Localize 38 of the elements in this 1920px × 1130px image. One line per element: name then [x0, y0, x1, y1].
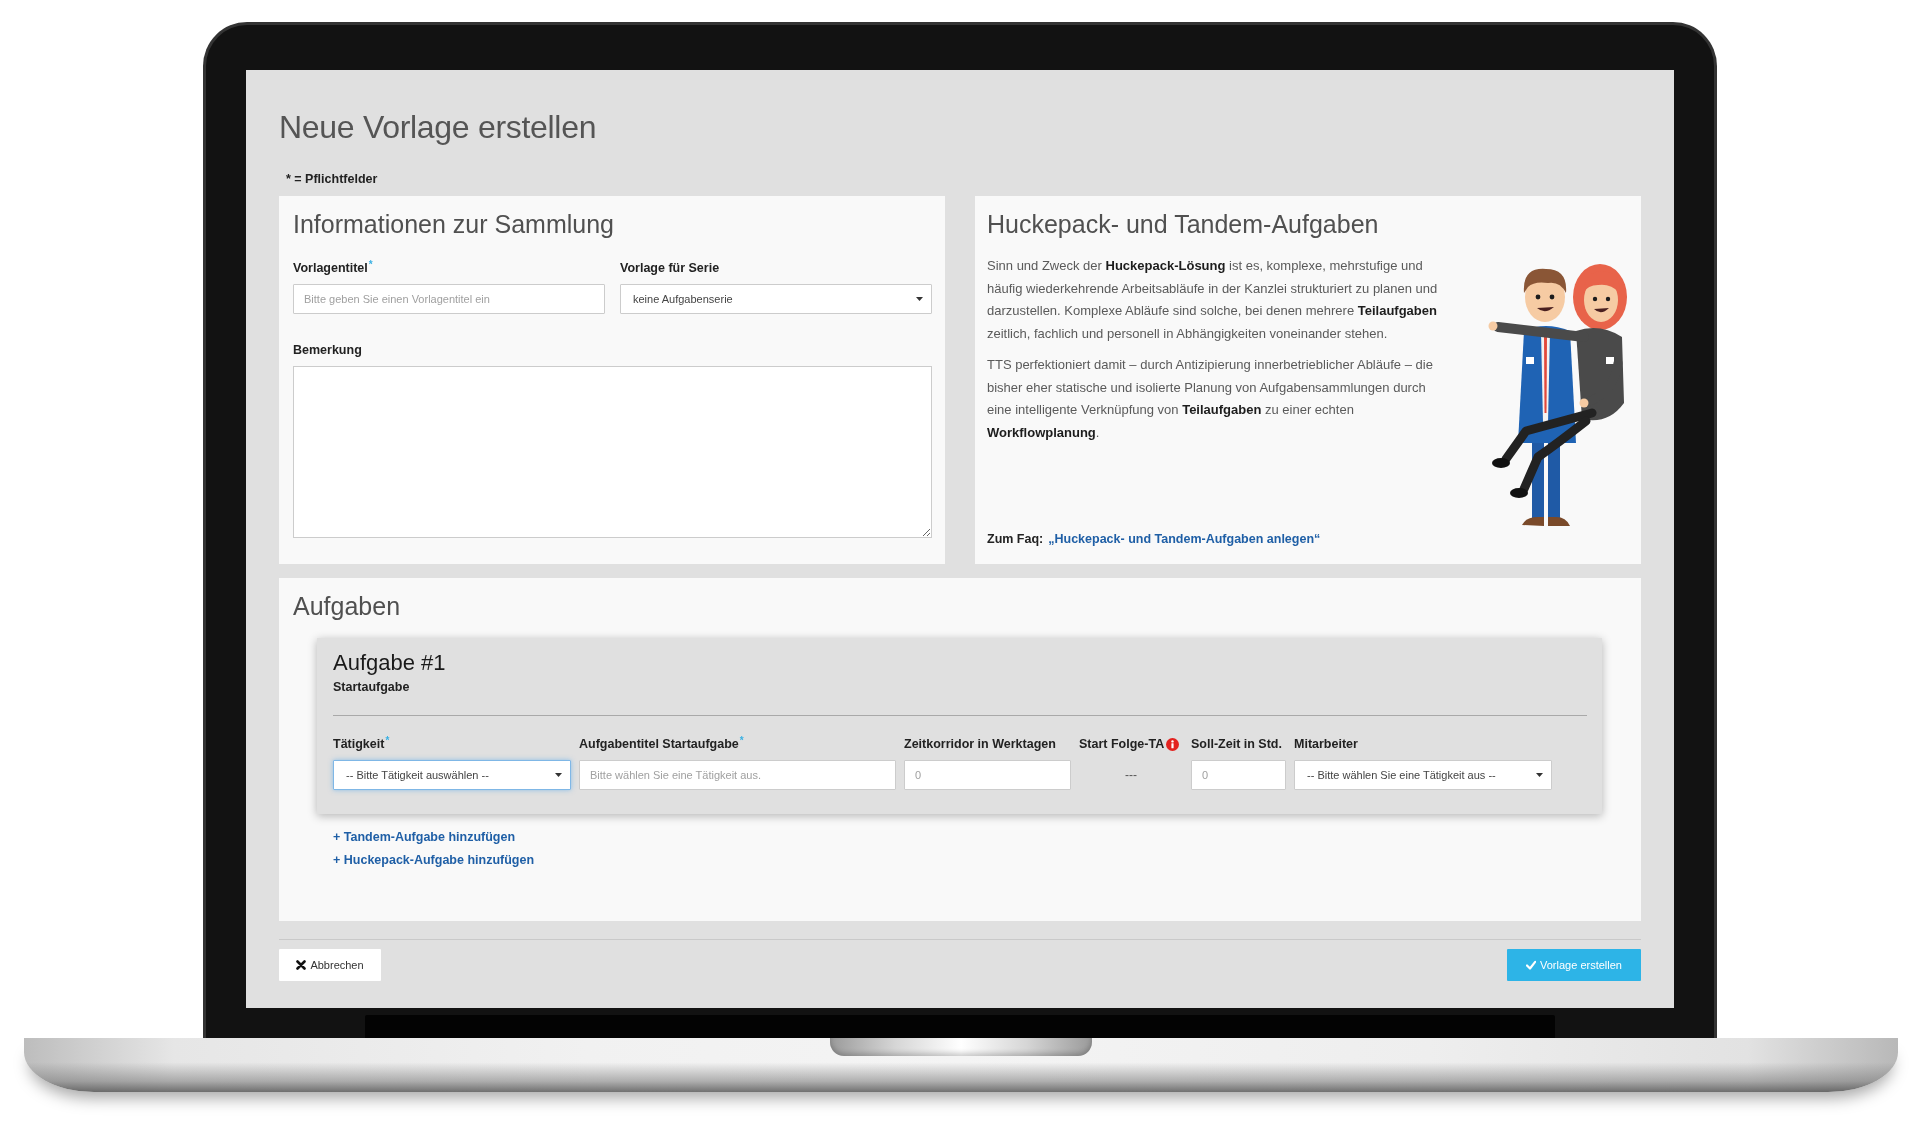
- panel-heading: Huckepack- und Tandem-Aufgaben: [987, 209, 1379, 240]
- input-field[interactable]: Bitte geben Sie einen Vorlagentitel ein: [293, 284, 605, 314]
- task-subtitle: Startaufgabe: [333, 679, 410, 695]
- input-field[interactable]: 0: [904, 760, 1071, 790]
- field-label: Zeitkorridor in Werktagen: [904, 736, 1056, 752]
- required-note: * = Pflichtfelder: [285, 171, 378, 187]
- select-field[interactable]: -- Bitte wählen Sie eine Tätigkeit aus --: [1294, 760, 1552, 790]
- caret-icon: [916, 297, 923, 301]
- field-value: ---: [1125, 767, 1137, 784]
- field-label: Vorlagentitel$^{*}$: [293, 260, 373, 276]
- field-label: Vorlage für Serie: [620, 260, 720, 276]
- check-icon: [1526, 960, 1536, 970]
- field-label: Aufgabentitel Startaufgabe$^{*}$: [579, 736, 744, 752]
- select-field[interactable]: -- Bitte Tätigkeit auswählen --: [333, 760, 571, 790]
- field-label: Soll-Zeit in Std.: [1191, 736, 1282, 752]
- field-label: Bemerkung: [293, 342, 362, 358]
- add-task-link[interactable]: + Tandem-Aufgabe hinzufügen: [333, 826, 516, 849]
- add-task-link[interactable]: + Huckepack-Aufgabe hinzufügen: [333, 849, 535, 872]
- faq-label: Zum Faq:: [987, 531, 1044, 547]
- field-label: Start Folge-TA: [1079, 736, 1165, 752]
- info-paragraph: TTS perfektioniert damit – durch Antizipierung innerbetrieblicher Abläufe – die bisher eher statische und isolierte Planung von Aufgabensammlungen durch eine intelligente Verknüpfung von Teilaufgaben zu einer echten Workflowplanung.: [987, 355, 1434, 442]
- faq-link[interactable]: „Huckepack- und Tandem-Aufgaben anlegen“: [1048, 531, 1321, 547]
- x-icon: [296, 960, 307, 970]
- select-field[interactable]: keine Aufgabenserie: [620, 284, 932, 314]
- input-field[interactable]: 0: [1191, 760, 1286, 790]
- textarea-field[interactable]: [293, 366, 932, 538]
- caret-icon: [1536, 773, 1543, 777]
- field-label: Tätigkeit$^{*}$: [333, 736, 390, 752]
- info-paragraph: Sinn und Zweck der Huckepack-Lösung ist es, komplexe, mehrstufige und häufig wiederkehrende Arbeitsabläufe in der Kanzlei strukturiert zu planen und darzustellen. Komplexe Abläufe sind solche, bei denen mehrere Teilaufgaben zeitlich, fachlich und personell in Abhängigkeiten voneinander stehen.: [987, 257, 1439, 344]
- field-label: Mitarbeiter: [1294, 736, 1358, 752]
- panel-heading: Informationen zur Sammlung: [293, 209, 614, 240]
- page-title: Neue Vorlage erstellen: [279, 108, 597, 147]
- cancel-button[interactable]: Abbrechen: [279, 949, 381, 981]
- caret-icon: [555, 773, 562, 777]
- input-field[interactable]: Bitte wählen Sie eine Tätigkeit aus.: [579, 760, 896, 790]
- info-icon[interactable]: [1166, 737, 1180, 751]
- task-title: Aufgabe #1: [333, 651, 446, 675]
- panel-heading: Aufgaben: [293, 591, 401, 622]
